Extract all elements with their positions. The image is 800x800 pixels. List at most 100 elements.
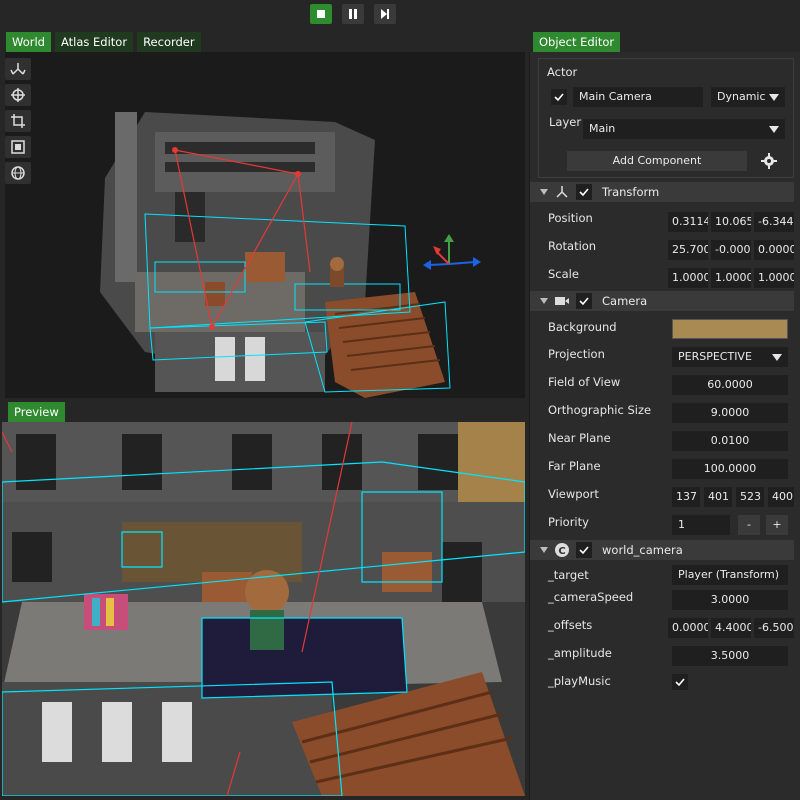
near-plane-input[interactable]: 0.0100 xyxy=(672,431,788,451)
gear-icon xyxy=(761,153,777,169)
camera-enabled-checkbox[interactable] xyxy=(576,293,592,309)
move-tool-button[interactable] xyxy=(5,58,31,80)
stop-icon xyxy=(317,10,325,18)
collapse-triangle-icon[interactable] xyxy=(540,547,548,553)
priority-decrement-button[interactable]: - xyxy=(738,515,760,535)
background-label: Background xyxy=(548,320,617,334)
transform-enabled-checkbox[interactable] xyxy=(576,184,592,200)
viewport-x-input[interactable]: 137 xyxy=(672,487,700,507)
check-icon xyxy=(554,93,564,102)
world-viewport[interactable] xyxy=(5,52,525,398)
world-camera-enabled-checkbox[interactable] xyxy=(576,542,592,558)
add-component-button[interactable]: Add Component xyxy=(567,151,747,171)
rotation-y-input[interactable]: -0.0000 xyxy=(711,240,751,260)
target-input[interactable]: Player (Transform) xyxy=(672,565,788,585)
right-tab-bar: Object Editor xyxy=(533,32,621,52)
tab-atlas-editor[interactable]: Atlas Editor xyxy=(54,32,134,52)
ortho-size-label: Orthographic Size xyxy=(548,403,652,417)
transform-header[interactable]: Transform xyxy=(530,182,794,202)
near-plane-label: Near Plane xyxy=(548,431,611,445)
chevron-down-icon xyxy=(772,354,782,361)
offsets-y-input[interactable]: 4.4000 xyxy=(711,618,751,638)
scale-label: Scale xyxy=(548,267,579,281)
priority-input[interactable]: 1 xyxy=(672,515,730,535)
collapse-triangle-icon[interactable] xyxy=(540,189,548,195)
video-camera-icon xyxy=(554,293,570,312)
world-camera-header[interactable]: C world_camera xyxy=(530,540,794,560)
priority-increment-button[interactable]: + xyxy=(766,515,788,535)
viewport-w-input[interactable]: 523 xyxy=(736,487,764,507)
rotate-tool-button[interactable] xyxy=(5,84,31,106)
far-plane-label: Far Plane xyxy=(548,459,601,473)
scale-z-input[interactable]: 1.0000 xyxy=(754,268,794,288)
viewport-label: Viewport xyxy=(548,487,599,501)
offsets-x-input[interactable]: 0.0000 xyxy=(668,618,708,638)
script-icon: C xyxy=(554,542,570,561)
fov-input[interactable]: 60.0000 xyxy=(672,375,788,395)
stop-button[interactable] xyxy=(310,4,332,24)
rotation-x-input[interactable]: 25.700 xyxy=(668,240,708,260)
actor-mode-value: Dynamic xyxy=(717,90,766,103)
viewport-h-input[interactable]: 400 xyxy=(768,487,794,507)
projection-value: PERSPECTIVE xyxy=(678,350,752,363)
position-z-input[interactable]: -6.3441 xyxy=(754,212,794,232)
position-y-input[interactable]: 10.065 xyxy=(711,212,751,232)
offsets-label: _offsets xyxy=(548,618,593,632)
preview-viewport[interactable] xyxy=(2,422,525,796)
crop-tool-icon xyxy=(11,114,25,128)
world-scene xyxy=(5,52,525,398)
check-icon xyxy=(579,297,589,306)
tab-object-editor[interactable]: Object Editor xyxy=(533,32,621,52)
actor-section: Actor Main Camera Dynamic Layer Main Add… xyxy=(538,58,794,178)
world-tool-column xyxy=(5,58,33,188)
actor-label: Actor xyxy=(547,65,578,79)
scale-tool-button[interactable] xyxy=(5,136,31,158)
tab-recorder[interactable]: Recorder xyxy=(137,32,201,52)
ortho-size-input[interactable]: 9.0000 xyxy=(672,403,788,423)
scale-y-input[interactable]: 1.0000 xyxy=(711,268,751,288)
camera-header[interactable]: Camera xyxy=(530,291,794,311)
chevron-down-icon xyxy=(769,126,779,133)
scale-tool-icon xyxy=(11,140,25,154)
crop-tool-button[interactable] xyxy=(5,110,31,132)
object-editor-panel: Actor Main Camera Dynamic Layer Main Add… xyxy=(529,52,800,800)
target-label: _target xyxy=(548,568,589,582)
settings-button[interactable] xyxy=(759,151,779,171)
collapse-triangle-icon[interactable] xyxy=(540,298,548,304)
world-camera-title: world_camera xyxy=(602,543,683,557)
background-color-swatch[interactable] xyxy=(672,319,788,339)
globe-tool-button[interactable] xyxy=(5,162,31,184)
pause-button[interactable] xyxy=(342,4,364,24)
actor-enabled-checkbox[interactable] xyxy=(551,89,567,105)
rotation-z-input[interactable]: 0.0000 xyxy=(754,240,794,260)
chevron-down-icon xyxy=(769,94,779,101)
svg-text:C: C xyxy=(558,546,565,557)
play-music-checkbox[interactable] xyxy=(672,674,688,690)
camera-speed-input[interactable]: 3.0000 xyxy=(672,590,788,610)
camera-title: Camera xyxy=(602,294,648,308)
tab-preview[interactable]: Preview xyxy=(8,402,65,422)
scale-x-input[interactable]: 1.0000 xyxy=(668,268,708,288)
projection-label: Projection xyxy=(548,347,605,361)
rotate-tool-icon xyxy=(11,88,25,102)
position-x-input[interactable]: 0.3114 xyxy=(668,212,708,232)
check-icon xyxy=(579,546,589,555)
transform-icon xyxy=(554,184,570,203)
camera-speed-label: _cameraSpeed xyxy=(548,590,634,604)
tab-world[interactable]: World xyxy=(6,32,51,52)
actor-name-input[interactable]: Main Camera xyxy=(573,87,703,107)
amplitude-input[interactable]: 3.5000 xyxy=(672,646,788,666)
layer-select[interactable]: Main xyxy=(583,119,785,139)
left-tab-bar: World Atlas Editor Recorder xyxy=(6,32,201,52)
layer-label: Layer xyxy=(549,115,582,129)
viewport-y-input[interactable]: 401 xyxy=(704,487,732,507)
projection-select[interactable]: PERSPECTIVE xyxy=(672,347,788,367)
panel-scrollbar[interactable] xyxy=(794,52,800,800)
preview-scene xyxy=(2,422,525,796)
step-button[interactable] xyxy=(374,4,396,24)
offsets-z-input[interactable]: -6.5000 xyxy=(754,618,794,638)
transform-title: Transform xyxy=(602,185,660,199)
check-icon xyxy=(675,678,685,687)
actor-mode-select[interactable]: Dynamic xyxy=(711,87,785,107)
far-plane-input[interactable]: 100.0000 xyxy=(672,459,788,479)
